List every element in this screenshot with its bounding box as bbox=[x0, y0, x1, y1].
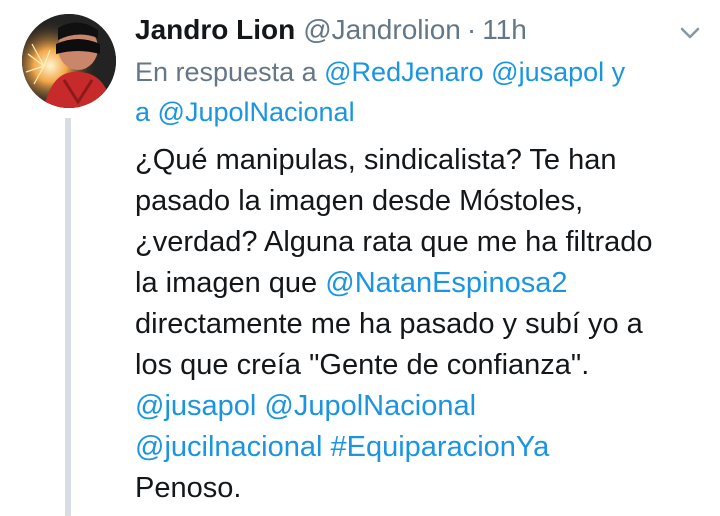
mention-link[interactable]: @JupolNacional bbox=[264, 390, 476, 422]
mention-link[interactable]: @RedJenaro bbox=[324, 57, 484, 87]
mention-link[interactable]: @jucilnacional bbox=[135, 431, 322, 463]
more-options-button[interactable] bbox=[672, 20, 708, 48]
tweet-text-line: la imagen que bbox=[135, 267, 318, 299]
display-name[interactable]: Jandro Lion bbox=[135, 10, 295, 50]
chevron-down-icon bbox=[680, 27, 700, 39]
mention-link[interactable]: @NatanEspinosa2 bbox=[325, 267, 567, 299]
tweet-text-line: pasado la imagen desde Móstoles, bbox=[135, 185, 584, 217]
avatar[interactable] bbox=[22, 14, 116, 108]
user-handle[interactable]: @Jandrolion bbox=[303, 10, 461, 50]
tweet: Jandro Lion @Jandrolion · 11h En respues… bbox=[0, 0, 720, 516]
reply-context-prefix: En respuesta a bbox=[135, 57, 317, 87]
timestamp[interactable]: 11h bbox=[482, 10, 527, 50]
tweet-text-line: directamente me ha pasado y subí yo a bbox=[135, 308, 643, 340]
mention-link[interactable]: @JupolNacional bbox=[158, 97, 355, 127]
tweet-text-line: Penoso. bbox=[135, 472, 242, 504]
mention-link[interactable]: @jusapol bbox=[135, 390, 256, 422]
tweet-text-line: ¿Qué manipulas, sindicalista? Te han bbox=[135, 144, 617, 176]
thread-line bbox=[65, 118, 71, 516]
mention-link[interactable]: @jusapol bbox=[491, 57, 604, 87]
tweet-header: Jandro Lion @Jandrolion · 11h bbox=[135, 10, 527, 50]
reply-context: En respuesta a @RedJenaro @jusapol y a @… bbox=[135, 52, 695, 132]
tweet-text-line: ¿verdad? Alguna rata que me ha filtrado bbox=[135, 226, 653, 258]
reply-context-a[interactable]: a bbox=[135, 97, 150, 127]
reply-context-conjunction[interactable]: y bbox=[612, 57, 626, 87]
hashtag-link[interactable]: #EquiparacionYa bbox=[331, 431, 550, 463]
tweet-text: ¿Qué manipulas, sindicalista? Te han pas… bbox=[135, 140, 710, 509]
tweet-text-line: los que creía "Gente de confianza". bbox=[135, 349, 590, 381]
avatar-image bbox=[22, 14, 116, 108]
separator-dot: · bbox=[466, 14, 477, 45]
